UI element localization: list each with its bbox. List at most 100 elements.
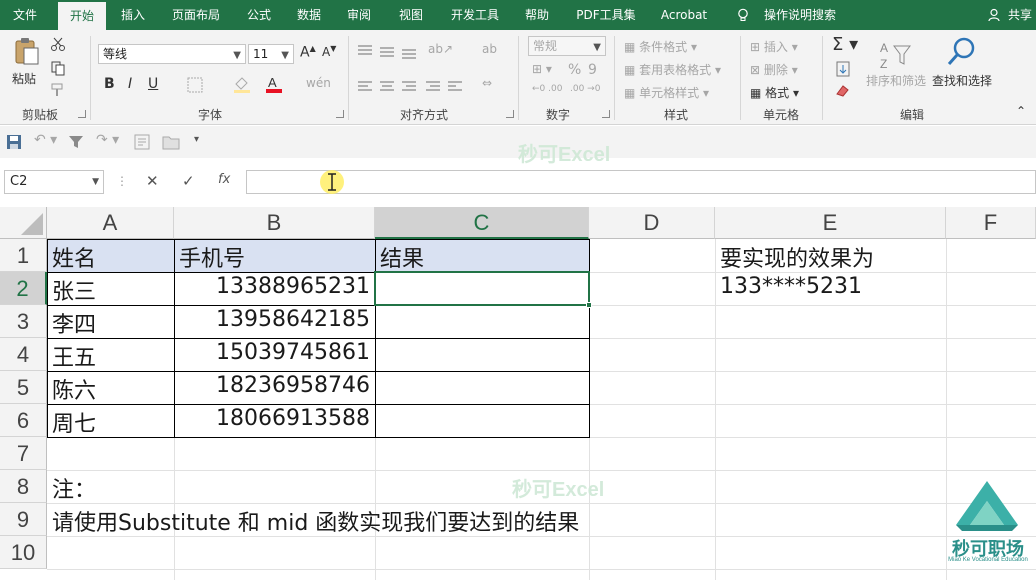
cell-a9[interactable]: 请使用Substitute 和 mid 函数实现我们要达到的结果 — [47, 505, 697, 537]
cell-a2[interactable]: 张三 — [47, 274, 174, 306]
row-header-9[interactable]: 9 — [0, 503, 47, 536]
row-header-7[interactable]: 7 — [0, 437, 47, 470]
phonetic-icon[interactable]: wén — [306, 76, 331, 90]
tab-view[interactable]: 视图 — [390, 0, 432, 30]
cell-b3[interactable]: 13958642185 — [174, 307, 375, 332]
paste-icon[interactable] — [12, 36, 42, 66]
cancel-icon[interactable]: ✕ — [146, 172, 159, 190]
folder-icon[interactable] — [162, 134, 180, 150]
cell-c1[interactable]: 结果 — [375, 241, 589, 273]
cell-e2[interactable]: 133****5231 — [715, 274, 946, 299]
autosum-icon[interactable]: Σ ▾ — [832, 34, 858, 55]
row-header-6[interactable]: 6 — [0, 404, 47, 437]
spreadsheet-grid[interactable]: A B C D E F 1 2 3 4 5 6 7 8 9 10 姓名 手机号 … — [0, 207, 1036, 580]
cell-b5[interactable]: 18236958746 — [174, 373, 375, 398]
border-icon[interactable] — [186, 76, 204, 94]
formula-input[interactable] — [246, 170, 1036, 194]
font-color-icon[interactable]: A — [264, 74, 284, 94]
tab-data[interactable]: 数据 — [288, 0, 330, 30]
row-header-8[interactable]: 8 — [0, 470, 47, 503]
copy-icon[interactable] — [50, 60, 66, 76]
font-launcher[interactable] — [336, 110, 344, 118]
col-header-b[interactable]: B — [174, 207, 375, 239]
redo-icon[interactable]: ↷ ▾ — [96, 132, 119, 148]
tab-insert[interactable]: 插入 — [112, 0, 154, 30]
active-cell-c2[interactable] — [374, 271, 590, 306]
customize-qat-icon[interactable]: ▾ — [194, 134, 199, 145]
collapse-ribbon-icon[interactable]: ⌃ — [1016, 104, 1026, 118]
row-header-1[interactable]: 1 — [0, 239, 47, 272]
underline-icon[interactable]: U — [148, 76, 158, 92]
number-launcher[interactable] — [602, 110, 610, 118]
conditional-format-button[interactable]: ▦ 条件格式 ▾ — [624, 38, 697, 55]
comma-icon[interactable]: 9 — [588, 62, 597, 78]
font-size-combo[interactable]: 11 ▼ — [248, 44, 294, 64]
cell-a4[interactable]: 王五 — [47, 340, 174, 372]
orientation-icon[interactable]: ab↗ — [428, 42, 453, 56]
cell-a8[interactable]: 注： — [47, 472, 174, 504]
italic-icon[interactable]: I — [128, 76, 132, 92]
cell-b6[interactable]: 18066913588 — [174, 406, 375, 431]
tab-acrobat[interactable]: Acrobat — [652, 0, 716, 30]
tab-help[interactable]: 帮助 — [516, 0, 558, 30]
sort-filter-label[interactable]: 排序和筛选 — [866, 72, 926, 89]
row-header-5[interactable]: 5 — [0, 371, 47, 404]
merge-icon[interactable]: ⇔ — [482, 76, 492, 90]
tab-developer[interactable]: 开发工具 — [442, 0, 508, 30]
increase-decimal-icon[interactable]: ←0 .00 — [532, 84, 562, 94]
row-header-3[interactable]: 3 — [0, 305, 47, 338]
wrap-text-icon[interactable]: ab — [482, 42, 497, 56]
tab-formulas[interactable]: 公式 — [238, 0, 280, 30]
cell-e1[interactable]: 要实现的效果为 — [715, 241, 946, 273]
bold-icon[interactable]: B — [104, 76, 115, 92]
search-icon[interactable] — [946, 36, 978, 70]
fill-icon[interactable] — [834, 60, 852, 78]
cell-style-button[interactable]: ▦ 单元格样式 ▾ — [624, 84, 709, 101]
cell-a5[interactable]: 陈六 — [47, 373, 174, 405]
cell-b2[interactable]: 13388965231 — [174, 274, 375, 299]
select-all-corner[interactable] — [0, 207, 47, 239]
cut-icon[interactable] — [50, 36, 66, 52]
enter-icon[interactable]: ✓ — [182, 172, 195, 190]
col-header-a[interactable]: A — [47, 207, 174, 239]
col-header-d[interactable]: D — [589, 207, 715, 239]
decrease-font-icon[interactable]: A▼ — [322, 44, 336, 59]
delete-cells-button[interactable]: ⊠ 删除 ▾ — [750, 61, 798, 78]
paste-label[interactable]: 粘贴 — [12, 70, 36, 87]
currency-icon[interactable]: ⊞ ▾ — [532, 62, 552, 76]
table-format-button[interactable]: ▦ 套用表格格式 ▾ — [624, 61, 721, 78]
filter-icon[interactable] — [68, 134, 84, 150]
tab-home[interactable]: 开始 — [58, 2, 106, 30]
tab-page-layout[interactable]: 页面布局 — [162, 0, 230, 30]
col-header-c[interactable]: C — [375, 207, 589, 239]
decrease-decimal-icon[interactable]: .00 →0 — [570, 84, 600, 94]
sort-filter-icon[interactable]: A Z — [878, 38, 912, 72]
name-box[interactable]: C2 ▼ — [4, 170, 104, 194]
alignment-launcher[interactable] — [506, 110, 514, 118]
cell-a6[interactable]: 周七 — [47, 406, 174, 438]
tab-pdf-tools[interactable]: PDF工具集 — [568, 0, 644, 30]
share-button[interactable]: 共享 — [1004, 0, 1036, 30]
find-select-label[interactable]: 查找和选择 — [932, 72, 992, 89]
save-icon[interactable] — [6, 134, 22, 150]
tell-me-search[interactable]: 操作说明搜索 — [758, 0, 842, 30]
cell-a3[interactable]: 李四 — [47, 307, 174, 339]
row-header-2[interactable]: 2 — [0, 272, 47, 305]
undo-icon[interactable]: ↶ ▾ — [34, 132, 57, 148]
number-format-combo[interactable]: 常规 ▼ — [528, 36, 606, 56]
percent-icon[interactable]: % — [568, 62, 581, 78]
cell-b4[interactable]: 15039745861 — [174, 340, 375, 365]
clear-icon[interactable] — [834, 82, 852, 98]
form-icon[interactable] — [134, 134, 150, 150]
cell-a1[interactable]: 姓名 — [47, 241, 174, 273]
font-name-combo[interactable]: 等线 ▼ — [98, 44, 246, 64]
col-header-e[interactable]: E — [715, 207, 946, 239]
format-painter-icon[interactable] — [50, 82, 66, 98]
row-header-4[interactable]: 4 — [0, 338, 47, 371]
increase-font-icon[interactable]: A▲ — [300, 44, 316, 61]
format-cells-button[interactable]: ▦ 格式 ▾ — [750, 84, 799, 101]
col-header-f[interactable]: F — [946, 207, 1036, 239]
clipboard-launcher[interactable] — [78, 110, 86, 118]
insert-function-icon[interactable]: fx — [218, 172, 230, 187]
fill-handle[interactable] — [586, 302, 592, 308]
